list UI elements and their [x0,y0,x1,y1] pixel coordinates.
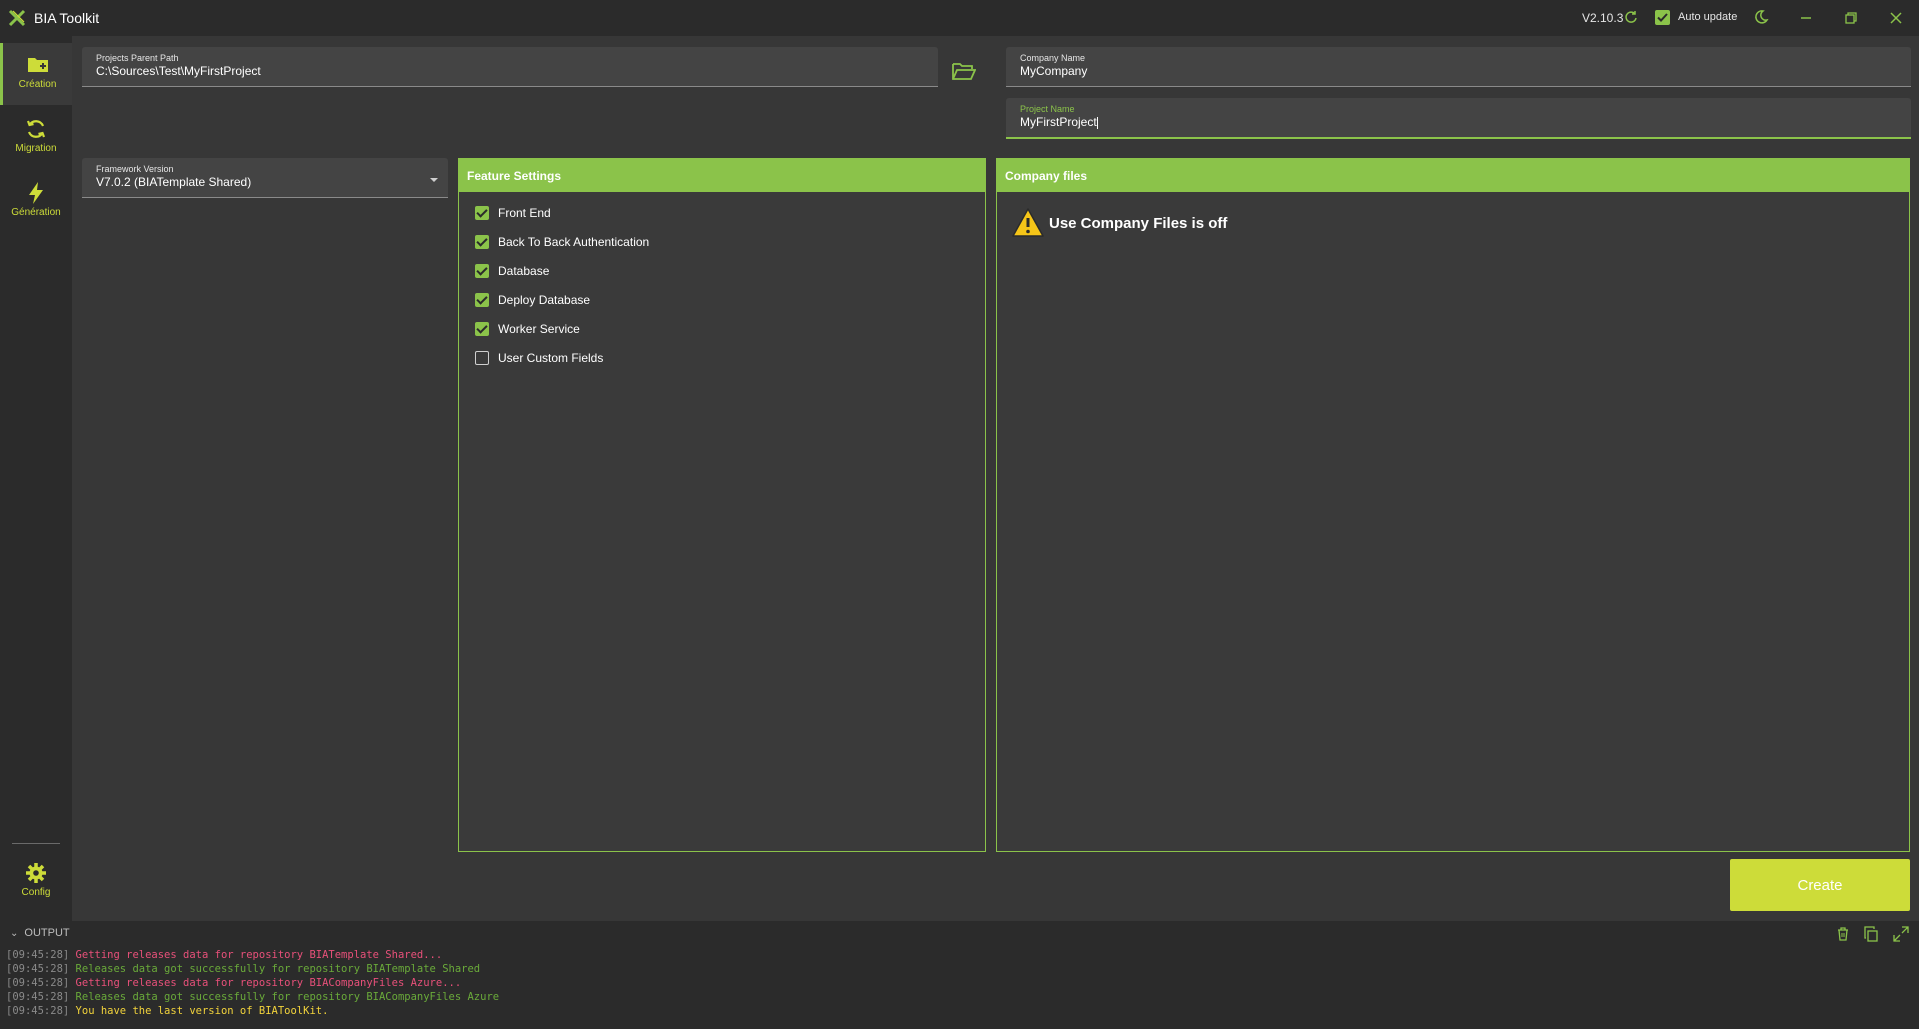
gear-icon [26,863,46,883]
lightning-icon [29,182,43,204]
log-text: Releases data got successfully for repos… [75,963,481,975]
field-label: Company Name [1020,53,1086,63]
theme-moon-icon[interactable] [1753,9,1769,25]
sidebar-item-label: Génération [11,207,61,218]
sidebar-item-config[interactable]: Config [0,851,72,913]
log-timestamp: [09:45:28] [6,949,70,961]
open-folder-icon[interactable] [952,61,976,81]
chevron-down-icon[interactable] [430,178,438,182]
project-name-field[interactable]: Project Name MyFirstProject [1006,98,1911,139]
company-name-field[interactable]: Company Name MyCompany [1006,47,1911,87]
app-title: BIA Toolkit [34,10,100,26]
close-button[interactable] [1884,6,1908,30]
title-bar: BIA Toolkit V2.10.3 Auto update [0,0,1919,36]
log-text: Getting releases data for repository BIA… [75,949,443,961]
company-files-warning: Use Company Files is off [1011,207,1227,239]
field-value: MyCompany [1020,64,1088,78]
auto-update-checkbox[interactable] [1655,10,1670,25]
feature-settings-panel: Feature Settings Front End Back To Back … [458,158,986,852]
feature-database[interactable]: Database [475,263,549,279]
text-caret [1096,116,1098,129]
log-timestamp: [09:45:28] [6,963,70,975]
checkbox-checked[interactable] [475,322,489,336]
sidebar-item-generation[interactable]: Génération [0,171,72,233]
create-button[interactable]: Create [1730,859,1910,911]
checkbox-checked[interactable] [475,293,489,307]
sidebar-item-label: Config [21,887,51,898]
framework-version-select[interactable]: Framework Version V7.0.2 (BIATemplate Sh… [82,158,448,198]
checkbox-checked[interactable] [475,235,489,249]
restore-button[interactable] [1839,6,1863,30]
sidebar-item-label: Migration [15,143,57,154]
feature-label: Deploy Database [498,293,591,307]
sidebar-item-migration[interactable]: Migration [0,107,72,169]
feature-user-custom-fields[interactable]: User Custom Fields [475,350,603,366]
app-logo-icon [8,9,26,27]
panel-title: Company files [997,159,1909,192]
minimize-button[interactable] [1794,6,1818,30]
warning-icon [1012,208,1044,237]
log-text: Releases data got successfully for repos… [75,991,500,1003]
feature-label: Back To Back Authentication [498,235,650,249]
feature-worker-service[interactable]: Worker Service [475,321,580,337]
copy-icon[interactable] [1862,925,1880,943]
output-toggle[interactable]: ⌄ OUTPUT [10,927,70,939]
field-value: V7.0.2 (BIATemplate Shared) [96,175,252,189]
trash-icon[interactable] [1834,925,1852,943]
log-timestamp: [09:45:28] [6,977,70,989]
sidebar-item-label: Création [18,79,57,90]
feature-back-to-back-auth[interactable]: Back To Back Authentication [475,234,649,250]
feature-label: Database [498,264,550,278]
log-line: [09:45:28] Releases data got successfull… [6,962,499,976]
projects-parent-path-field[interactable]: Projects Parent Path C:\Sources\Test\MyF… [82,47,938,87]
refresh-icon[interactable] [1624,10,1638,24]
checkbox-checked[interactable] [475,264,489,278]
warning-text: Use Company Files is off [1049,214,1228,232]
field-value: MyFirstProject [1020,115,1097,129]
log-line: [09:45:28] Getting releases data for rep… [6,976,499,990]
auto-update-label: Auto update [1678,11,1738,23]
field-value-wrapper: MyFirstProject [1020,115,1098,129]
feature-deploy-database[interactable]: Deploy Database [475,292,590,308]
version-label: V2.10.3 [1582,11,1624,25]
sidebar-divider [12,843,60,844]
log-timestamp: [09:45:28] [6,991,70,1003]
log-text: You have the last version of BIAToolKit. [75,1005,329,1017]
feature-label: Front End [498,206,551,220]
expand-icon[interactable] [1892,925,1910,943]
checkbox-unchecked[interactable] [475,351,489,365]
field-label: Project Name [1020,104,1075,114]
field-label: Framework Version [96,164,174,174]
field-label: Projects Parent Path [96,53,179,63]
feature-label: Worker Service [498,322,580,336]
sidebar-item-creation[interactable]: Création [0,43,72,105]
log-line: [09:45:28] Getting releases data for rep… [6,948,499,962]
log-line: [09:45:28] You have the last version of … [6,1004,499,1018]
output-log: [09:45:28] Getting releases data for rep… [6,948,499,1018]
folder-plus-icon [27,58,48,72]
panel-title: Feature Settings [459,159,985,192]
sidebar: Création Migration Génération Config [0,43,72,921]
feature-front-end[interactable]: Front End [475,205,551,221]
checkbox-checked[interactable] [475,206,489,220]
log-text: Getting releases data for repository BIA… [75,977,462,989]
output-panel: ⌄ OUTPUT [09:45:28] Getting releases dat… [0,921,1919,1029]
main-panel: Projects Parent Path C:\Sources\Test\MyF… [72,36,1919,921]
output-title: OUTPUT [24,927,70,939]
sync-icon [26,120,46,138]
company-files-panel: Company files Use Company Files is off [996,158,1910,852]
log-line: [09:45:28] Releases data got successfull… [6,990,499,1004]
app-window: BIA Toolkit V2.10.3 Auto update Création… [0,0,1919,1029]
chevron-down-icon: ⌄ [10,927,19,939]
feature-label: User Custom Fields [498,351,604,365]
log-timestamp: [09:45:28] [6,1005,70,1017]
field-value: C:\Sources\Test\MyFirstProject [96,64,261,78]
